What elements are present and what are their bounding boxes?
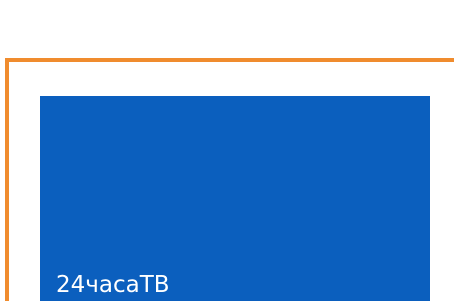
channel-tile-label: 24часаТВ bbox=[56, 272, 170, 298]
channel-tile[interactable]: 24часаТВ bbox=[40, 96, 430, 301]
